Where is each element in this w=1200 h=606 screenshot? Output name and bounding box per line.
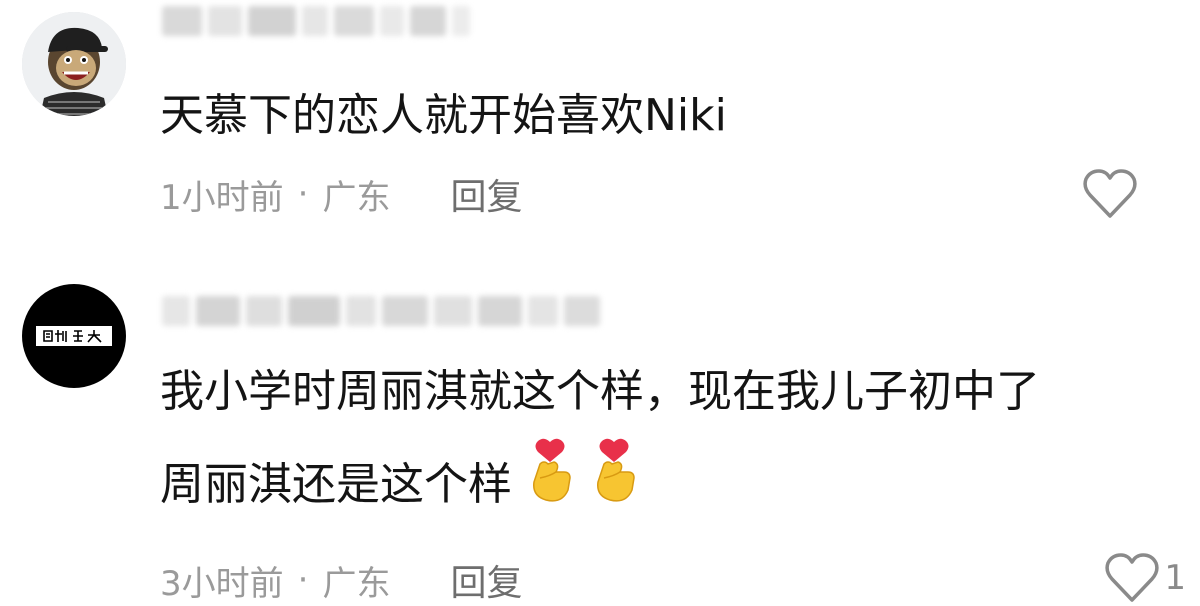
heart-outline-icon [1083,169,1137,218]
comment-item: 我小学时周丽淇就这个样，现在我儿子初中了 周丽淇还是这个样 3小时前 · 广东 … [0,280,1200,606]
reply-button[interactable]: 回复 [450,554,522,606]
comment-meta: 1小时前 · 广东 回复 [160,168,522,220]
comment-text-line: 我小学时周丽淇就这个样，现在我儿子初中了 [160,366,1040,417]
comment-location: 广东 [322,177,391,218]
user-avatar[interactable] [22,284,126,388]
reply-button[interactable]: 回复 [450,168,522,220]
username-blurred[interactable] [162,296,600,326]
username-blurred[interactable] [162,6,470,36]
heart-outline-icon [1105,553,1159,602]
meta-separator: · [297,174,309,214]
user-avatar[interactable] [22,12,126,116]
comment-meta: 3小时前 · 广东 回复 [160,554,522,606]
finger-heart-emoji [590,438,640,536]
comment-text: 天慕下的恋人就开始喜欢Niki [160,70,727,162]
comment-location: 广东 [322,563,391,604]
comment-text-line: 周丽淇还是这个样 [160,438,1040,536]
finger-heart-emoji [526,438,576,536]
comment-time: 1小时前 [160,177,284,218]
comment-text: 我小学时周丽淇就这个样，现在我儿子初中了 周丽淇还是这个样 [160,346,1040,536]
comment-time: 3小时前 [160,563,284,604]
like-count: 1 [1164,558,1186,598]
comment-text-line: 天慕下的恋人就开始喜欢Niki [160,90,727,141]
like-button[interactable]: 1 [1104,552,1186,604]
like-button[interactable] [1082,168,1142,220]
cartoon-ape-avatar-icon [22,12,126,116]
meta-separator: · [297,560,309,600]
comment-text-line-2: 周丽淇还是这个样 [160,459,512,510]
calligraphy-text-avatar-icon [36,326,112,346]
comment-item: 天慕下的恋人就开始喜欢Niki 1小时前 · 广东 回复 [0,0,1200,250]
